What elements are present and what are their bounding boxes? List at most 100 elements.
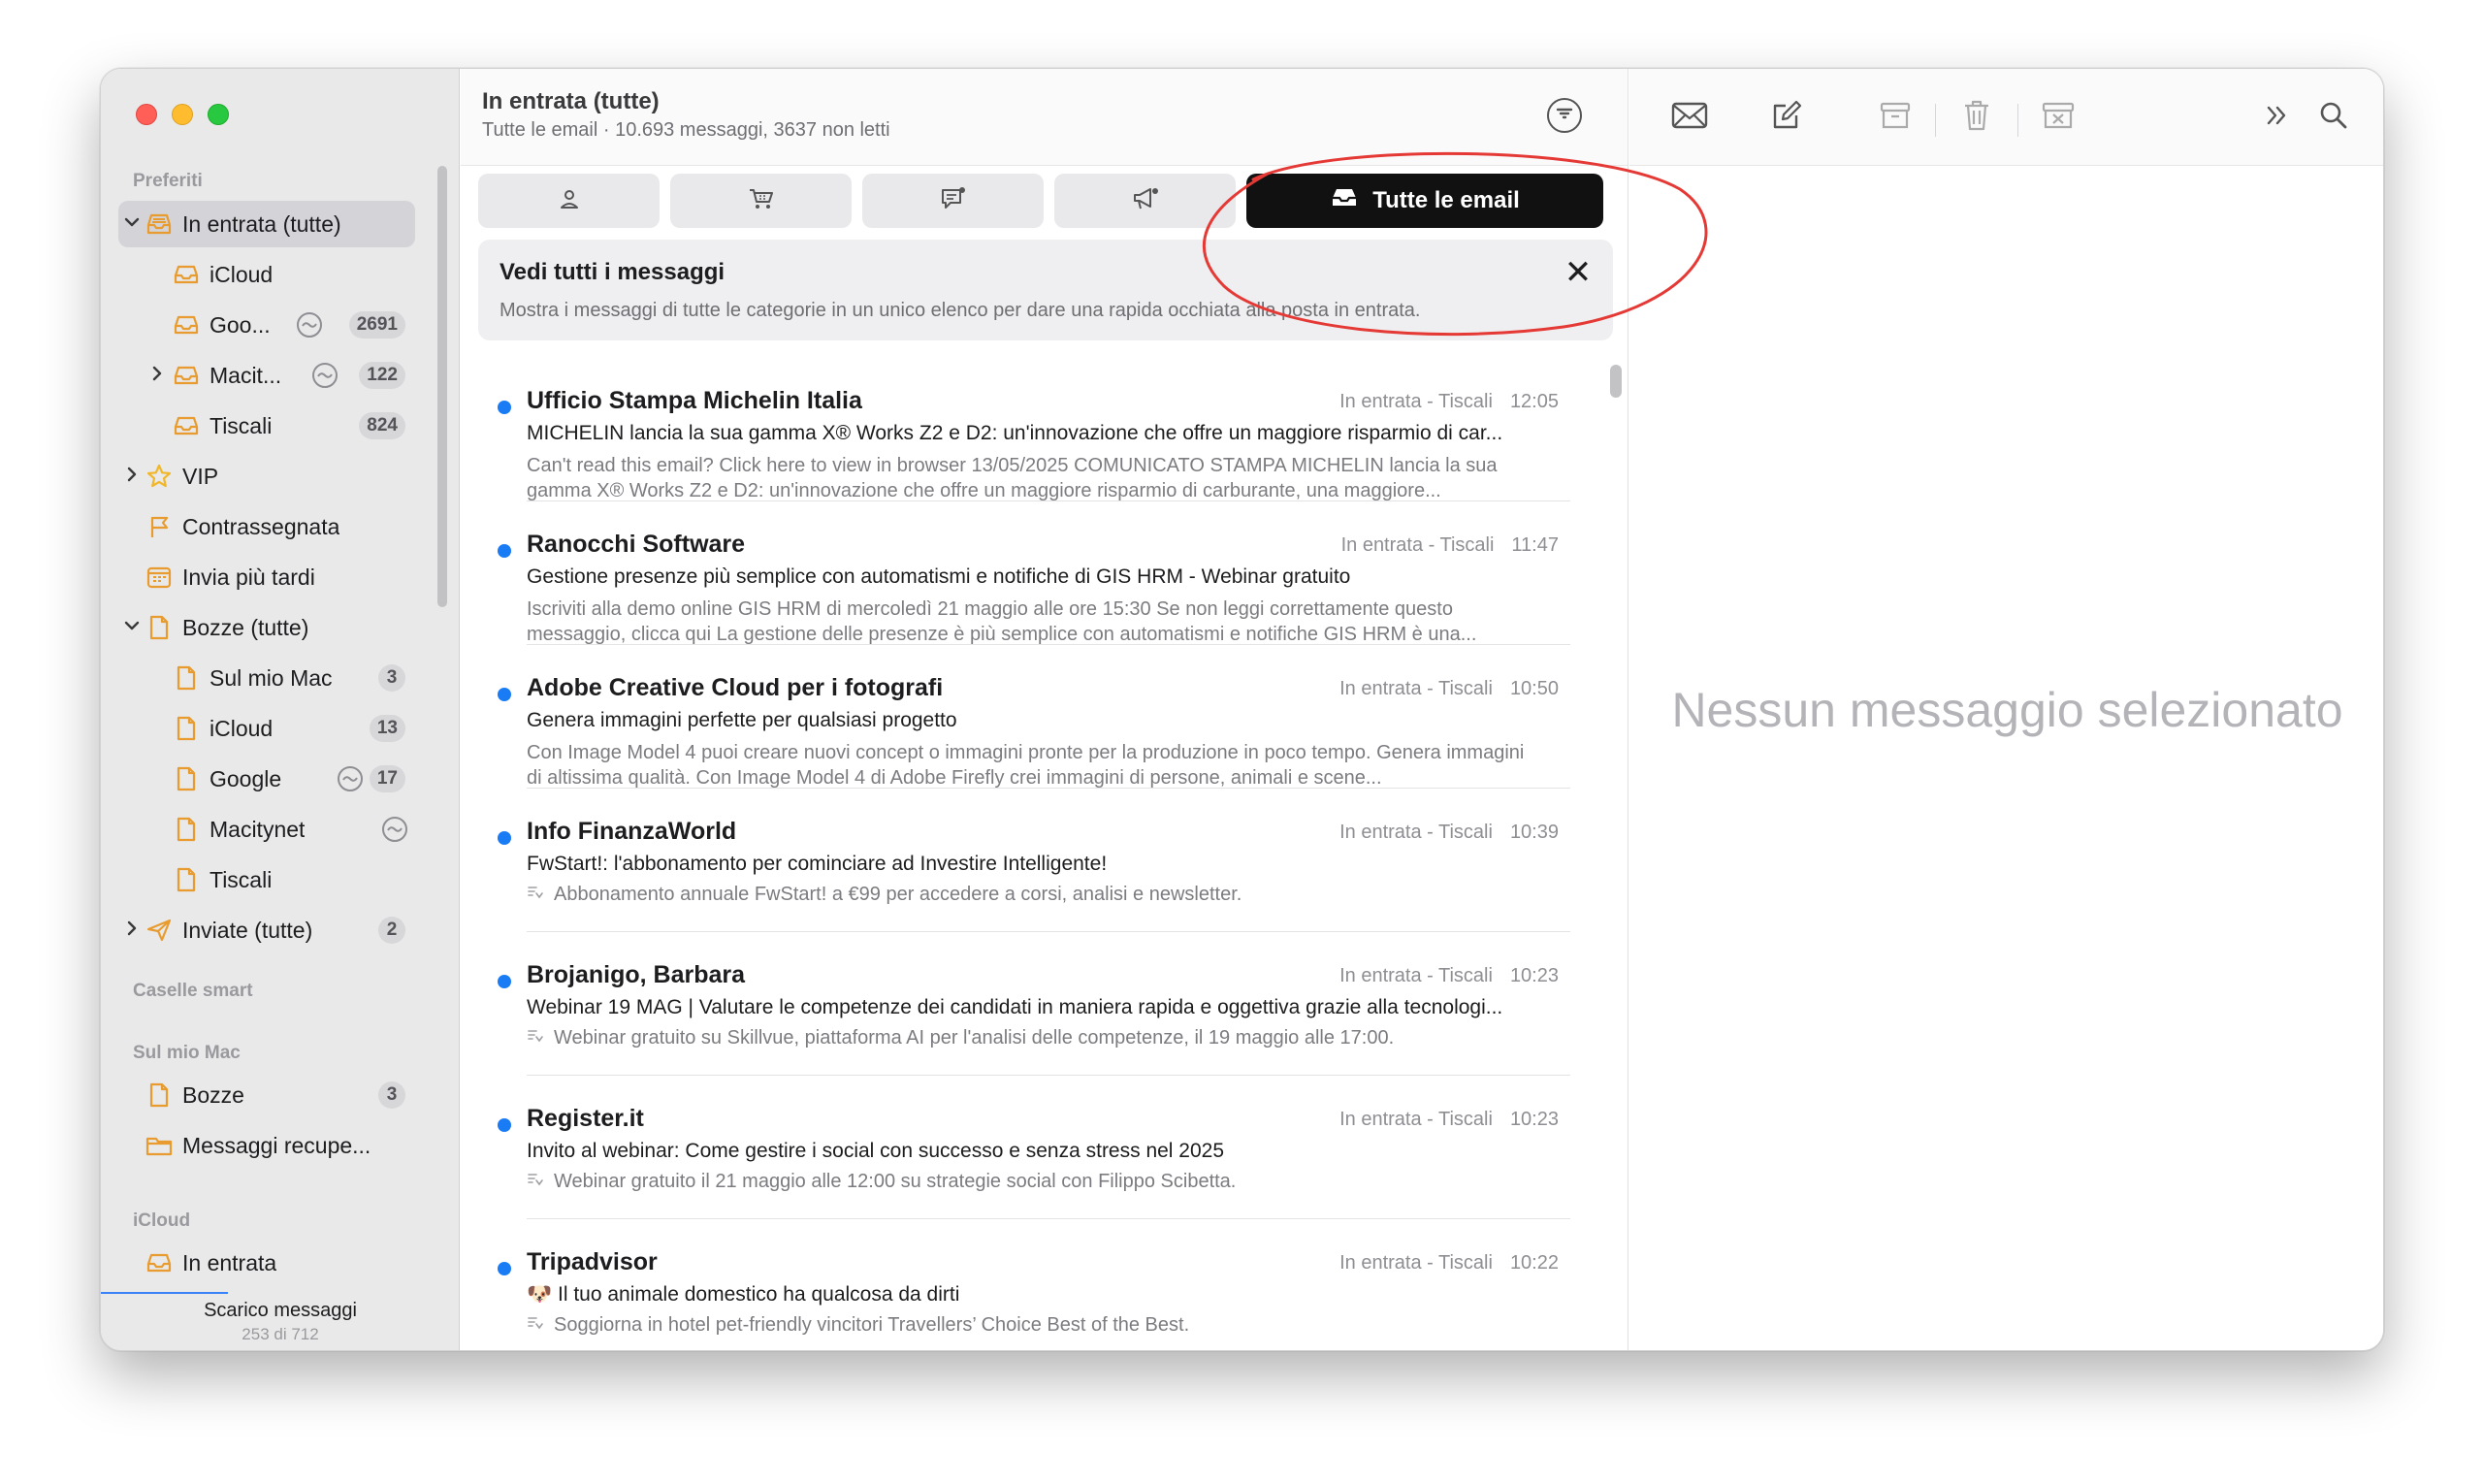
sidebar-item-icloud-account-inbox[interactable]: In entrata <box>118 1240 415 1286</box>
message-subject: Invito al webinar: Come gestire i social… <box>527 1140 1225 1162</box>
delete-button[interactable] <box>1955 96 1998 139</box>
chevron-right-icon[interactable] <box>124 920 140 941</box>
unread-dot <box>498 831 511 845</box>
message-time: 11:47 <box>1511 534 1559 556</box>
sidebar-item-label: Sul mio Mac <box>210 664 333 691</box>
sidebar-item-recovered-messages[interactable]: Messaggi recupe... <box>118 1122 415 1169</box>
message-sender: Brojanigo, Barbara <box>527 961 746 988</box>
tab-transactions[interactable] <box>670 174 852 228</box>
sidebar-item-icloud-inbox[interactable]: iCloud <box>118 251 415 298</box>
sidebar-item-all-sent[interactable]: Inviate (tutte) 2 <box>118 907 415 953</box>
double-chevron-right-icon <box>2265 105 2290 131</box>
sidebar-item-google-inbox[interactable]: Goo... 2691 <box>118 302 415 348</box>
close-window-button[interactable] <box>136 104 157 125</box>
unread-dot <box>498 688 511 701</box>
message-list-pane: In entrata (tutte) Tutte le email · 10.6… <box>461 69 1679 1350</box>
message-viewer-pane: Nessun messaggio selezionato <box>1629 69 2383 1350</box>
sidebar-item-flagged[interactable]: Contrassegnata <box>118 503 415 550</box>
sidebar-item-label: Bozze (tutte) <box>182 614 309 640</box>
message-row[interactable]: Brojanigo, Barbara In entrata - Tiscali 1… <box>461 932 1605 1076</box>
sidebar-item-macitynet-inbox[interactable]: Macit... 122 <box>118 352 415 399</box>
mailbox-subtitle: Tutte le email · 10.693 messaggi, 3637 n… <box>482 119 890 141</box>
sidebar-item-drafts-on-mac[interactable]: Sul mio Mac 3 <box>118 655 415 701</box>
message-row[interactable]: Ufficio Stampa Michelin Italia In entrat… <box>461 358 1605 501</box>
close-banner-button[interactable]: ✕ <box>1561 255 1596 290</box>
message-summary-text: Webinar gratuito su Skillvue, piattaform… <box>554 1027 1395 1048</box>
message-subject: Gestione presenze più semplice con autom… <box>527 565 1351 588</box>
sidebar-item-all-inboxes[interactable]: In entrata (tutte) <box>118 201 415 247</box>
sidebar-item-local-drafts[interactable]: Bozze 3 <box>118 1072 415 1118</box>
sidebar-item-label: VIP <box>182 463 219 489</box>
sidebar-section-on-my-mac[interactable]: Sul mio Mac <box>133 1043 241 1064</box>
zoom-window-button[interactable] <box>208 104 229 125</box>
chevron-down-icon[interactable] <box>124 215 140 233</box>
sidebar-section-icloud[interactable]: iCloud <box>133 1210 190 1232</box>
tab-all-mail-label: Tutte le email <box>1372 187 1520 213</box>
message-mailbox: In entrata - Tiscali <box>1339 1252 1493 1274</box>
sidebar-item-label: iCloud <box>210 715 274 741</box>
activity-icon <box>382 817 407 842</box>
get-mail-button[interactable] <box>1668 96 1711 139</box>
document-icon <box>173 715 200 742</box>
sidebar-item-label: Google <box>210 765 282 791</box>
compose-button[interactable] <box>1765 96 1808 139</box>
tab-primary[interactable] <box>478 174 660 228</box>
sidebar-item-drafts-tiscali[interactable]: Tiscali <box>118 856 415 903</box>
unread-dot <box>498 544 511 558</box>
document-icon <box>173 765 200 792</box>
archive-button[interactable] <box>1874 96 1917 139</box>
sidebar-item-all-drafts[interactable]: Bozze (tutte) <box>118 604 415 651</box>
more-toolbar-button[interactable] <box>2256 96 2299 139</box>
summary-icon <box>527 1027 546 1049</box>
flag-icon <box>145 513 173 540</box>
sidebar-scrollbar[interactable] <box>437 166 447 607</box>
message-meta: In entrata - Tiscali 12:05 <box>1339 391 1559 413</box>
message-row[interactable]: Ranocchi Software In entrata - Tiscali 11… <box>461 501 1605 645</box>
message-meta: In entrata - Tiscali 10:22 <box>1339 1252 1559 1274</box>
message-row[interactable]: Tripadvisor In entrata - Tiscali 10:22 🐶 … <box>461 1219 1605 1350</box>
message-list-scrollbar[interactable] <box>1610 365 1622 398</box>
activity-status-text: Scarico messaggi <box>204 1300 357 1321</box>
minimize-window-button[interactable] <box>172 104 193 125</box>
sidebar-item-drafts-google[interactable]: Google 17 <box>118 756 415 802</box>
unread-dot <box>498 1262 511 1275</box>
message-list-header: In entrata (tutte) Tutte le email · 10.6… <box>461 69 1679 166</box>
sidebar-item-drafts-macitynet[interactable]: Macitynet <box>118 806 415 853</box>
search-button[interactable] <box>2312 96 2355 139</box>
chevron-down-icon[interactable] <box>124 619 140 636</box>
message-meta: In entrata - Tiscali 10:23 <box>1339 965 1559 987</box>
message-meta: In entrata - Tiscali 10:23 <box>1339 1109 1559 1131</box>
banner-title: Vedi tutti i messaggi <box>500 259 726 285</box>
message-mailbox: In entrata - Tiscali <box>1339 391 1493 412</box>
filter-button[interactable] <box>1547 98 1582 133</box>
sidebar-item-label: iCloud <box>210 261 274 287</box>
mail-window: Preferiti In entrata (tutte) iCloud Goo.… <box>100 68 2384 1351</box>
inbox-icon <box>173 311 200 339</box>
chevron-right-icon[interactable] <box>124 467 140 487</box>
message-subject: MICHELIN lancia la sua gamma X® Works Z2… <box>527 422 1503 444</box>
sidebar-item-tiscali-inbox[interactable]: Tiscali 824 <box>118 403 415 449</box>
compose-icon <box>1770 100 1803 136</box>
banner-text: Mostra i messaggi di tutte le categorie … <box>500 300 1421 321</box>
message-row[interactable]: Info FinanzaWorld In entrata - Tiscali 10… <box>461 789 1605 932</box>
trash-icon <box>1962 99 1991 137</box>
sidebar-item-send-later[interactable]: Invia più tardi <box>118 554 415 600</box>
tab-updates[interactable] <box>862 174 1044 228</box>
message-time: 10:23 <box>1509 965 1559 986</box>
sidebar-item-label: Tiscali <box>210 866 273 892</box>
message-row[interactable]: Register.it In entrata - Tiscali 10:23 In… <box>461 1076 1605 1219</box>
sidebar-item-label: In entrata <box>182 1249 277 1275</box>
tab-all-mail[interactable]: Tutte le email <box>1246 174 1603 228</box>
sidebar-item-drafts-icloud[interactable]: iCloud 13 <box>118 705 415 752</box>
junk-button[interactable] <box>2037 96 2080 139</box>
inbox-icon <box>173 362 200 389</box>
inbox-icon <box>145 1249 173 1276</box>
chevron-right-icon[interactable] <box>149 366 165 386</box>
sidebar-section-smart-mailboxes[interactable]: Caselle smart <box>133 981 253 1002</box>
tab-promotions[interactable] <box>1054 174 1236 228</box>
message-row[interactable]: Adobe Creative Cloud per i fotografi In … <box>461 645 1605 789</box>
sidebar-item-vip[interactable]: VIP <box>118 453 415 500</box>
inbox-icon <box>173 412 200 439</box>
message-time: 10:39 <box>1509 822 1559 843</box>
message-sender: Info FinanzaWorld <box>527 818 737 845</box>
